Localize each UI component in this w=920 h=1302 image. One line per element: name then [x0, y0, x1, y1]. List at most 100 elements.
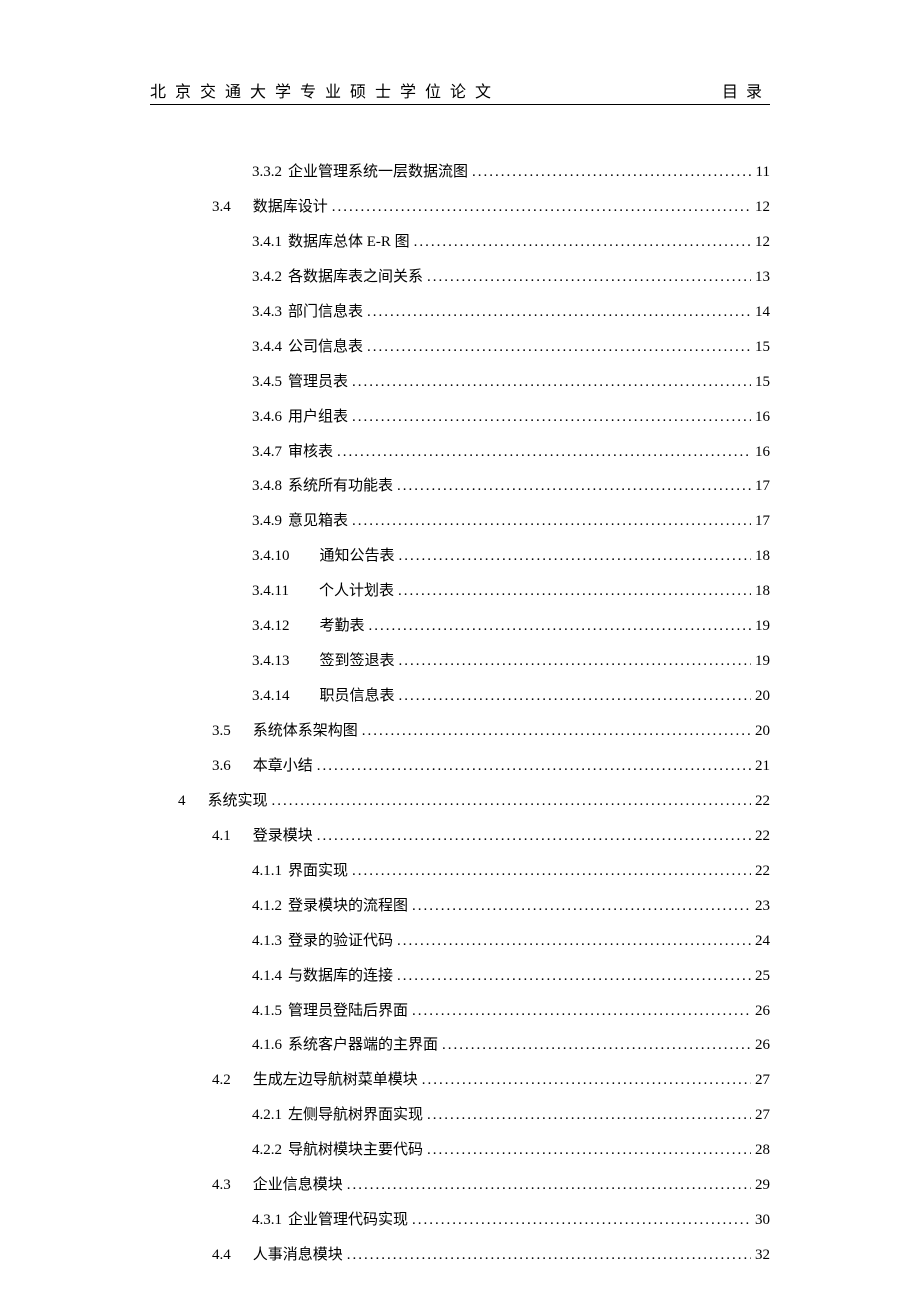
toc-entry: 4.1.6系统客户器端的主界面26: [252, 1028, 770, 1063]
toc-leader-dots: [399, 644, 751, 679]
toc-entry: 3.4.8系统所有功能表17: [252, 469, 770, 504]
toc-entry: 4.1.4与数据库的连接25: [252, 959, 770, 994]
toc-leader-dots: [427, 1098, 751, 1133]
toc-entry-number: 3.4.11: [252, 574, 289, 609]
toc-entry-page: 29: [755, 1168, 770, 1203]
toc-entry-page: 17: [755, 469, 770, 504]
toc-entry-page: 22: [755, 819, 770, 854]
toc-entry-title: 数据库总体 E-R 图: [288, 225, 410, 260]
toc-entry-page: 26: [755, 994, 770, 1029]
toc-leader-dots: [352, 854, 751, 889]
toc-entry-page: 11: [756, 155, 770, 190]
toc-entry-page: 20: [755, 679, 770, 714]
toc-entry: 4.3.1企业管理代码实现30: [252, 1203, 770, 1238]
toc-entry-title: 审核表: [288, 435, 333, 470]
toc-entry-number: 4.1.5: [252, 994, 282, 1029]
toc-entry-title: 登录模块: [253, 819, 313, 854]
toc-entry: 3.4.3部门信息表14: [252, 295, 770, 330]
toc-entry-number: 4.2.1: [252, 1098, 282, 1133]
toc-entry-page: 32: [755, 1238, 770, 1273]
toc-entry-number: 3.3.2: [252, 155, 282, 190]
toc-entry-number: 4.1.1: [252, 854, 282, 889]
toc-entry-page: 17: [755, 504, 770, 539]
toc-entry-title: 人事消息模块: [253, 1238, 343, 1273]
toc-entry-number: 4.3.1: [252, 1203, 282, 1238]
header-left: 北京交通大学专业硕士学位论文: [150, 78, 500, 102]
toc-entry-title: 企业管理代码实现: [288, 1203, 408, 1238]
toc-entry-title: 企业信息模块: [253, 1168, 343, 1203]
toc-entry-title: 用户组表: [288, 400, 348, 435]
toc-entry-page: 19: [755, 609, 770, 644]
toc-entry: 4.2.1左侧导航树界面实现27: [252, 1098, 770, 1133]
toc-entry-page: 24: [755, 924, 770, 959]
toc-entry-page: 22: [755, 784, 770, 819]
toc-entry: 4.1 登录模块 22: [212, 819, 770, 854]
toc-entry-number: 3.4.1: [252, 225, 282, 260]
toc-entry-title: 生成左边导航树菜单模块: [253, 1063, 418, 1098]
toc-entry-number: 3.4.12: [252, 609, 290, 644]
toc-leader-dots: [427, 260, 751, 295]
toc-entry: 3.6本章小结21: [212, 749, 770, 784]
toc-leader-dots: [352, 365, 751, 400]
toc-entry: 4.1.2登录模块的流程图23: [252, 889, 770, 924]
toc-leader-dots: [398, 574, 751, 609]
toc-entry-number: 3.4.2: [252, 260, 282, 295]
toc-entry-number: 3.4.9: [252, 504, 282, 539]
toc-entry-title: 登录的验证代码: [288, 924, 393, 959]
toc-entry-title: 签到签退表: [320, 644, 395, 679]
toc-entry-title: 系统客户器端的主界面: [288, 1028, 438, 1063]
toc-entry-number: 3.4: [212, 190, 231, 225]
toc-leader-dots: [412, 1203, 751, 1238]
toc-entry-page: 12: [755, 190, 770, 225]
toc-entry: 3.4 数据库设计 12: [212, 190, 770, 225]
toc-leader-dots: [414, 225, 751, 260]
toc-leader-dots: [317, 749, 751, 784]
toc-entry-number: 3.4.4: [252, 330, 282, 365]
toc-entry-title: 企业管理系统一层数据流图: [288, 155, 468, 190]
toc-entry-number: 4.3: [212, 1168, 231, 1203]
toc-entry-page: 16: [755, 400, 770, 435]
toc-entry-number: 4.1.2: [252, 889, 282, 924]
toc-entry-page: 27: [755, 1098, 770, 1133]
toc-entry-number: 4: [178, 784, 186, 819]
toc-entry-number: 4.2.2: [252, 1133, 282, 1168]
toc-entry-number: 3.4.3: [252, 295, 282, 330]
header-right: 目录: [722, 78, 770, 102]
toc-entry-title: 管理员表: [288, 365, 348, 400]
toc-entry-number: 4.1: [212, 819, 231, 854]
toc-entry-page: 18: [755, 574, 770, 609]
toc-entry: 3.4.9意见箱表17: [252, 504, 770, 539]
table-of-contents: 3.3.2企业管理系统一层数据流图 11 3.4 数据库设计 12 3.4.1数据库总体 …: [150, 155, 770, 1273]
toc-entry-page: 16: [755, 435, 770, 470]
toc-leader-dots: [347, 1168, 751, 1203]
toc-entry: 3.4.2各数据库表之间关系13: [252, 260, 770, 295]
toc-entry-page: 26: [755, 1028, 770, 1063]
toc-entry: 3.4.7审核表 16: [252, 435, 770, 470]
toc-entry-title: 数据库设计: [253, 190, 328, 225]
toc-entry: 4系统实现22: [178, 784, 770, 819]
toc-entry-title: 个人计划表: [319, 574, 394, 609]
toc-entry: 3.5系统体系架构图20: [212, 714, 770, 749]
toc-entry-title: 界面实现: [288, 854, 348, 889]
toc-entry: 3.4.14职员信息表20: [252, 679, 770, 714]
page-header: 北京交通大学专业硕士学位论文 目录: [150, 78, 770, 105]
toc-entry-title: 登录模块的流程图: [288, 889, 408, 924]
toc-entry-title: 系统所有功能表: [288, 469, 393, 504]
toc-entry-page: 15: [755, 330, 770, 365]
toc-entry-page: 19: [755, 644, 770, 679]
toc-entry-page: 18: [755, 539, 770, 574]
toc-entry-number: 3.4.14: [252, 679, 290, 714]
toc-entry-number: 3.4.7: [252, 435, 282, 470]
toc-leader-dots: [399, 679, 751, 714]
toc-entry: 3.4.10通知公告表18: [252, 539, 770, 574]
toc-entry-page: 27: [755, 1063, 770, 1098]
toc-leader-dots: [367, 330, 751, 365]
toc-entry-title: 考勤表: [320, 609, 365, 644]
toc-leader-dots: [369, 609, 751, 644]
toc-entry-number: 4.1.3: [252, 924, 282, 959]
toc-entry-page: 15: [755, 365, 770, 400]
toc-entry-number: 4.1.4: [252, 959, 282, 994]
toc-entry-title: 管理员登陆后界面: [288, 994, 408, 1029]
toc-leader-dots: [397, 924, 751, 959]
toc-entry: 3.4.13签到签退表19: [252, 644, 770, 679]
